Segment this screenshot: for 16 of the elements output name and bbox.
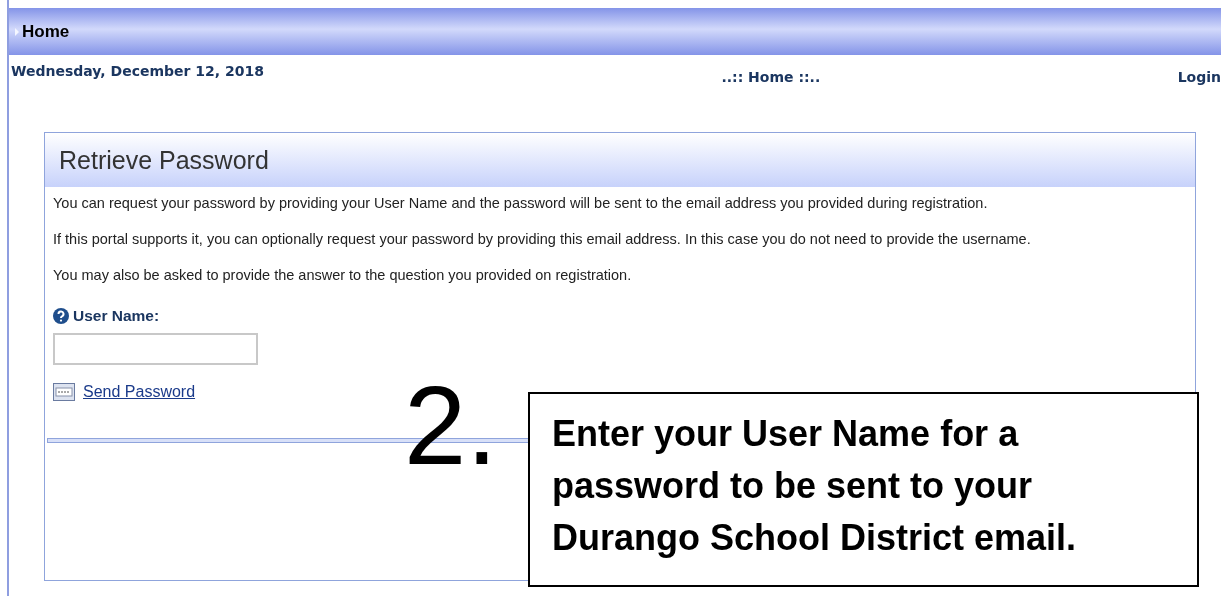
login-link[interactable]: Login <box>1177 69 1221 85</box>
step-number: 2. <box>404 370 498 482</box>
instruction-paragraph: You can request your password by providing your User Name and the password will be sent to the email address you provided during registration. <box>53 194 989 213</box>
send-icon[interactable] <box>53 383 75 401</box>
date-text: Wednesday, December 12, 2018 <box>11 63 264 79</box>
user-name-field[interactable] <box>53 333 258 365</box>
triangle-icon <box>15 27 19 36</box>
page-title: ..:: Home ::.. <box>721 69 821 85</box>
instruction-paragraph: If this portal supports it, you can optionally request your password by providing this email address. In this case you do not need to provide the username. <box>53 230 1032 249</box>
help-icon[interactable] <box>53 308 69 324</box>
nav-title[interactable]: Home <box>22 21 70 42</box>
panel-title: Retrieve Password <box>59 145 269 175</box>
instruction-paragraph: You may also be asked to provide the answer to the question you provided on registration. <box>53 266 633 285</box>
user-name-label: User Name: <box>73 307 160 325</box>
send-password-link[interactable]: Send Password <box>83 383 196 401</box>
callout-text: Enter your User Name for a password to be sent to your Durango School District email. <box>552 412 1078 560</box>
